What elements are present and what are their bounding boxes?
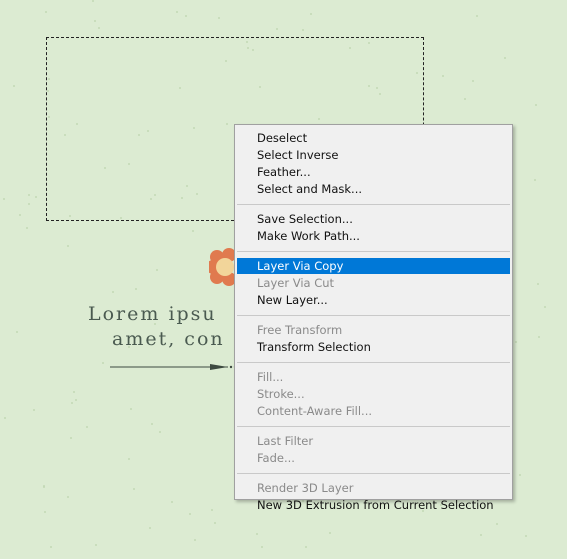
texture-speck <box>50 546 52 548</box>
texture-speck <box>544 306 546 308</box>
texture-speck <box>442 75 444 77</box>
menu-item-fade: Fade... <box>257 451 295 465</box>
texture-speck <box>525 535 527 537</box>
texture-speck <box>214 522 216 524</box>
menu-separator <box>237 315 510 316</box>
texture-speck <box>13 85 15 87</box>
texture-speck <box>211 509 213 511</box>
texture-speck <box>538 336 540 338</box>
texture-speck <box>26 227 28 229</box>
menu-item-select-inverse[interactable]: Select Inverse <box>237 147 510 163</box>
texture-speck <box>534 179 536 181</box>
texture-speck <box>135 288 137 290</box>
texture-speck <box>159 431 161 433</box>
menu-item-new-layer[interactable]: New Layer... <box>237 292 510 308</box>
texture-speck <box>171 501 173 503</box>
texture-speck <box>128 458 130 460</box>
texture-speck <box>329 532 331 534</box>
texture-speck <box>519 474 521 476</box>
menu-item-make-work-path[interactable]: Make Work Path... <box>237 228 510 244</box>
texture-speck <box>98 27 100 29</box>
texture-speck <box>192 230 194 232</box>
texture-speck <box>218 17 220 19</box>
texture-speck <box>480 534 482 536</box>
menu-item-transform-selection[interactable]: Transform Selection <box>237 339 510 355</box>
texture-speck <box>156 269 158 271</box>
menu-item-stroke: Stroke... <box>257 387 305 401</box>
menu-item-new-3d-extrusion-from-current-selection[interactable]: New 3D Extrusion from Current Selection <box>237 497 510 513</box>
texture-speck <box>75 399 77 401</box>
texture-speck <box>305 546 307 548</box>
texture-speck <box>256 533 258 535</box>
menu-item-render-3d-layer: Render 3D Layer <box>257 481 354 495</box>
menu-separator <box>237 362 510 363</box>
texture-speck <box>149 527 151 529</box>
menu-separator <box>237 473 510 474</box>
texture-speck <box>35 196 37 198</box>
texture-speck <box>189 513 191 515</box>
menu-separator <box>237 251 510 252</box>
texture-speck <box>70 437 72 439</box>
texture-speck <box>92 0 94 2</box>
menu-item-layer-via-copy[interactable]: Layer Via Copy <box>237 258 510 274</box>
texture-speck <box>86 426 88 428</box>
texture-speck <box>276 28 278 30</box>
texture-speck <box>185 15 187 17</box>
texture-speck <box>537 283 539 285</box>
texture-speck <box>71 402 73 404</box>
texture-speck <box>95 544 97 546</box>
menu-item-layer-via-cut: Layer Via Cut <box>257 276 335 290</box>
texture-speck <box>45 11 47 13</box>
menu-item-select-and-mask[interactable]: Select and Mask... <box>237 181 510 197</box>
texture-speck <box>535 104 537 106</box>
texture-speck <box>73 391 75 393</box>
texture-speck <box>33 409 35 411</box>
texture-speck <box>102 362 104 364</box>
texture-speck <box>504 57 506 59</box>
menu-item-fill: Fill... <box>257 370 284 384</box>
texture-speck <box>464 98 466 100</box>
texture-speck <box>19 214 21 216</box>
texture-speck <box>3 198 5 200</box>
texture-speck <box>496 523 498 525</box>
menu-item-free-transform: Free Transform <box>257 323 343 337</box>
menu-item-save-selection[interactable]: Save Selection... <box>237 211 510 227</box>
menu-item-deselect[interactable]: Deselect <box>237 130 510 146</box>
texture-speck <box>515 341 517 343</box>
texture-speck <box>176 11 178 13</box>
lorem-line-2: amet, con <box>112 328 225 350</box>
texture-speck <box>67 245 69 247</box>
menu-separator <box>237 204 510 205</box>
texture-speck <box>133 488 135 490</box>
texture-speck <box>476 15 478 17</box>
lorem-line-1: Lorem ipsu <box>88 303 217 325</box>
texture-speck <box>112 291 114 293</box>
texture-speck <box>28 203 30 205</box>
context-menu: Deselect Select Inverse Feather... Select a… <box>234 124 513 512</box>
menu-item-content-aware-fill: Content-Aware Fill... <box>257 404 373 418</box>
texture-speck <box>151 423 153 425</box>
texture-speck <box>472 80 474 82</box>
texture-speck <box>43 486 45 488</box>
texture-speck <box>4 417 6 419</box>
texture-speck <box>28 194 30 196</box>
lorem-text: Lorem ipsu amet, con <box>88 302 225 352</box>
texture-speck <box>67 496 69 498</box>
texture-speck <box>16 331 18 333</box>
decorative-arrow-divider <box>110 364 240 370</box>
texture-speck <box>310 13 312 15</box>
menu-separator <box>237 426 510 427</box>
texture-speck <box>44 511 46 513</box>
menu-item-last-filter: Last Filter <box>257 434 314 448</box>
texture-speck <box>194 539 196 541</box>
texture-speck <box>94 20 96 22</box>
texture-speck <box>130 408 132 410</box>
texture-speck <box>302 29 304 31</box>
menu-item-feather[interactable]: Feather... <box>237 164 510 180</box>
texture-speck <box>261 546 263 548</box>
